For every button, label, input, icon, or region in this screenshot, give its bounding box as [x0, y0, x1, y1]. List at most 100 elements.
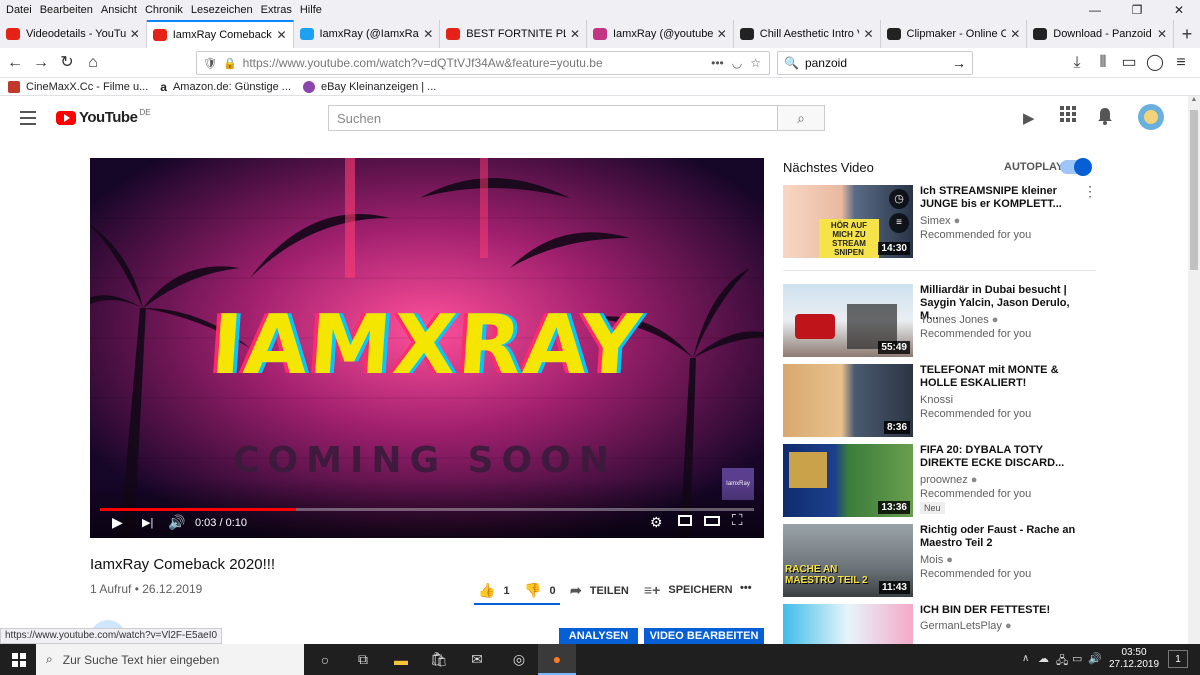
youtube-search-button[interactable]: ⌕: [777, 105, 825, 131]
task-view-icon[interactable]: ⧉: [344, 644, 382, 675]
watch-later-icon[interactable]: ◷: [889, 189, 909, 209]
action-center-icon[interactable]: 1: [1168, 650, 1188, 668]
menu-bookmarks[interactable]: Lesezeichen: [191, 4, 253, 16]
network-icon[interactable]: 🖧: [1056, 652, 1068, 671]
more-actions-icon[interactable]: •••: [740, 582, 752, 594]
recommended-video[interactable]: 13:36 FIFA 20: DYBALA TOTY DIREKTE ECKE …: [783, 444, 1183, 518]
tab-videodetails[interactable]: Videodetails - YouTube ✕: [0, 20, 147, 48]
tab-close-icon[interactable]: ✕: [130, 27, 140, 41]
volume-icon[interactable]: 🔊: [168, 514, 185, 531]
bookmark-cinemaxx[interactable]: CineMaxX.Cc - Filme u...: [8, 80, 148, 93]
browser-search-value[interactable]: panzoid: [805, 56, 952, 70]
edit-video-button[interactable]: VIDEO BEARBEITEN: [644, 628, 764, 644]
reload-icon[interactable]: ↻: [56, 52, 78, 74]
page-actions-icon[interactable]: •••: [711, 56, 724, 70]
mail-icon[interactable]: ✉: [458, 644, 496, 675]
tab-close-icon[interactable]: ✕: [1010, 27, 1020, 41]
file-explorer-icon[interactable]: ▬: [382, 644, 420, 675]
go-arrow-icon[interactable]: →: [952, 55, 966, 71]
dislike-button[interactable]: 👎 0: [524, 582, 556, 599]
avatar[interactable]: [1138, 104, 1164, 130]
channel-name[interactable]: Simex ●: [920, 215, 960, 227]
cortana-icon[interactable]: ○: [306, 644, 344, 675]
channel-name[interactable]: Mois ●: [920, 554, 953, 566]
tab-twitter[interactable]: IamxRay (@IamxRayHD) ✕: [294, 20, 441, 48]
recommended-video[interactable]: ICH BIN DER FETTESTE! GermanLetsPlay ●: [783, 604, 1183, 644]
bookmark-ebay[interactable]: eBay Kleinanzeigen | ...: [302, 80, 436, 93]
tab-close-icon[interactable]: ✕: [1157, 27, 1167, 41]
tab-fortnite[interactable]: BEST FORTNITE PLAYER ✕: [440, 20, 587, 48]
video-thumbnail[interactable]: 55:49: [783, 284, 913, 357]
next-icon[interactable]: ▶|: [142, 516, 153, 529]
tab-close-icon[interactable]: ✕: [863, 27, 873, 41]
volume-tray-icon[interactable]: 🔊: [1088, 652, 1102, 665]
menu-edit[interactable]: Bearbeiten: [40, 4, 93, 16]
video-thumbnail[interactable]: 13:36: [783, 444, 913, 517]
menu-guide-icon[interactable]: [20, 111, 36, 125]
taskbar-search-input[interactable]: ⌕ Zur Suche Text hier eingeben: [36, 644, 304, 675]
like-button[interactable]: 👍 1: [478, 582, 510, 599]
theater-mode-icon[interactable]: [704, 516, 720, 526]
lock-icon[interactable]: 🔒: [223, 57, 237, 70]
firefox-icon[interactable]: ●: [538, 644, 576, 675]
battery-icon[interactable]: ▭: [1072, 652, 1082, 665]
tab-iamxray-comeback[interactable]: IamxRay Comeback 2020 ✕: [146, 20, 294, 48]
tab-close-icon[interactable]: ✕: [570, 27, 580, 41]
fullscreen-icon[interactable]: ⛶: [732, 512, 743, 529]
tab-panzoid-download[interactable]: Download - Panzoid ✕: [1027, 20, 1174, 48]
bookmark-amazon[interactable]: a Amazon.de: Günstige ...: [160, 80, 291, 94]
play-icon[interactable]: ▶: [112, 514, 123, 531]
channel-name[interactable]: Younes Jones ●: [920, 314, 998, 326]
youtube-logo[interactable]: YouTube DE: [56, 108, 151, 126]
scrollbar-thumb[interactable]: [1190, 110, 1198, 270]
channel-name[interactable]: Knossi: [920, 394, 953, 406]
windows-start-icon[interactable]: [0, 644, 38, 675]
pocket-icon[interactable]: ◡: [732, 56, 742, 70]
menu-history[interactable]: Chronik: [145, 4, 183, 16]
back-icon[interactable]: ←: [4, 52, 26, 74]
store-icon[interactable]: 🛍: [420, 644, 458, 675]
close-window-icon[interactable]: ✕: [1158, 0, 1200, 20]
recommended-video[interactable]: 55:49 Milliardär in Dubai besucht | Sayg…: [783, 284, 1183, 358]
hamburger-menu-icon[interactable]: ≡: [1170, 52, 1192, 74]
recommended-title[interactable]: Richtig oder Faust - Rache an Maestro Te…: [920, 524, 1090, 550]
progress-bar[interactable]: [100, 508, 754, 511]
tab-chill-intro[interactable]: Chill Aesthetic Intro V3 ✕: [734, 20, 881, 48]
tab-instagram[interactable]: IamxRay (@youtube_ian ✕: [587, 20, 734, 48]
video-thumbnail[interactable]: HÖR AUF MICH ZU STREAM SNIPEN ◷ ≡ 14:30: [783, 185, 913, 258]
channel-name[interactable]: GermanLetsPlay ●: [920, 620, 1012, 632]
browser-search-field[interactable]: 🔍 panzoid →: [777, 51, 973, 75]
add-to-queue-icon[interactable]: ≡: [889, 213, 909, 233]
tab-clipmaker[interactable]: Clipmaker - Online Cust ✕: [881, 20, 1028, 48]
forward-icon[interactable]: →: [30, 52, 52, 74]
tab-close-icon[interactable]: ✕: [717, 27, 727, 41]
home-icon[interactable]: ⌂: [82, 52, 104, 74]
account-icon[interactable]: ◯: [1144, 52, 1166, 74]
video-thumbnail[interactable]: RACHE AN MAESTRO TEIL 2 11:43: [783, 524, 913, 597]
tab-close-icon[interactable]: ✕: [276, 28, 286, 42]
menu-view[interactable]: Ansicht: [101, 4, 137, 16]
apps-grid-icon[interactable]: [1060, 106, 1076, 125]
miniplayer-icon[interactable]: [678, 515, 692, 526]
page-scrollbar[interactable]: ▲: [1188, 96, 1200, 644]
show-hidden-icons-icon[interactable]: ∧: [1022, 653, 1029, 664]
recommended-video[interactable]: HÖR AUF MICH ZU STREAM SNIPEN ◷ ≡ 14:30 …: [783, 184, 1183, 259]
more-options-icon[interactable]: ⋮: [1083, 184, 1097, 198]
recommended-video[interactable]: RACHE AN MAESTRO TEIL 2 11:43 Richtig od…: [783, 524, 1183, 598]
notifications-bell-icon[interactable]: [1097, 107, 1113, 128]
media-app-icon[interactable]: ◎: [500, 644, 538, 675]
url-text[interactable]: https://www.youtube.com/watch?v=dQTtVJf3…: [243, 56, 711, 70]
recommended-video[interactable]: 8:36 TELEFONAT mit MONTE & HOLLE ESKALIE…: [783, 364, 1183, 438]
analytics-button[interactable]: ANALYSEN: [559, 628, 638, 644]
recommended-title[interactable]: TELEFONAT mit MONTE & HOLLE ESKALIERT!: [920, 364, 1090, 390]
recommended-title[interactable]: ICH BIN DER FETTESTE!: [920, 604, 1090, 617]
share-button[interactable]: ➦ TEILEN: [570, 582, 629, 599]
channel-name[interactable]: proownez ●: [920, 474, 977, 486]
system-clock[interactable]: 03:50 27.12.2019: [1104, 647, 1164, 671]
create-video-icon[interactable]: ▶: [1023, 109, 1035, 127]
recommended-title[interactable]: Ich STREAMSNIPE kleiner JUNGE bis er KOM…: [920, 185, 1090, 211]
minimize-icon[interactable]: —: [1074, 0, 1116, 20]
menu-tools[interactable]: Extras: [261, 4, 292, 16]
video-player[interactable]: IAMXRAY COMING SOON IamxRay ▶ ▶| 🔊 0:03 …: [90, 158, 764, 538]
library-icon[interactable]: ⫴: [1092, 52, 1114, 74]
